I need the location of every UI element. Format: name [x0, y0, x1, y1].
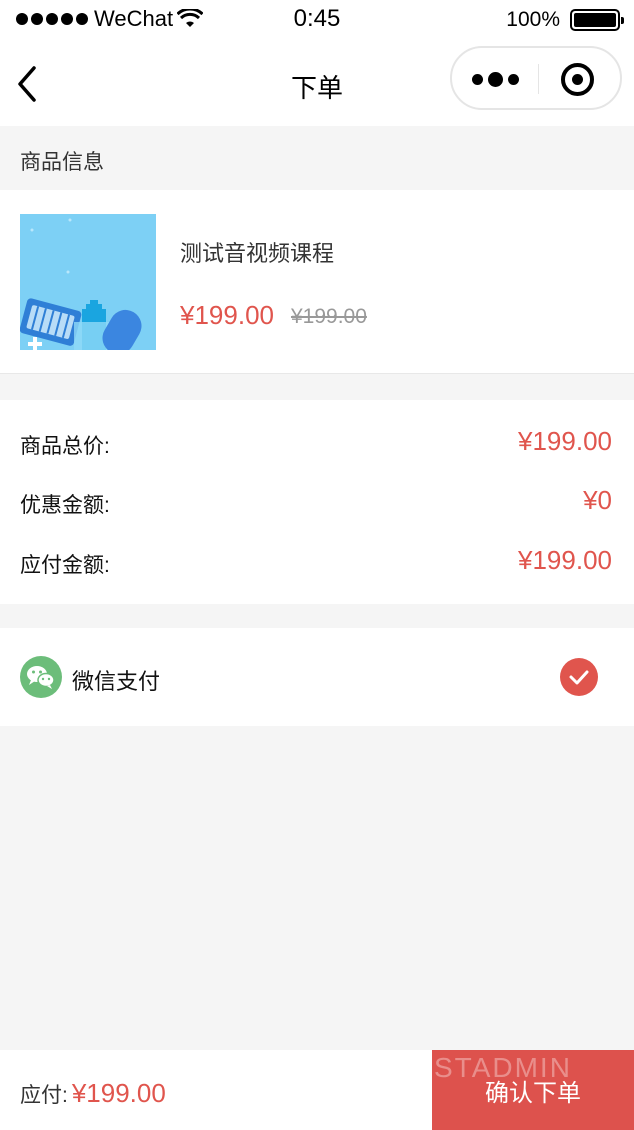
selected-check-icon[interactable] [560, 658, 598, 696]
pay-amount: ¥199.00 [71, 1078, 166, 1108]
product-price: ¥199.00 [180, 300, 274, 330]
product-info-header: 商品信息 [0, 126, 634, 190]
capsule-divider [538, 64, 539, 94]
wechat-pay-icon [20, 656, 62, 698]
product-illustration-icon [20, 214, 156, 350]
product-name: 测试音视频课程 [180, 241, 335, 266]
payable-value: ¥199.00 [518, 545, 612, 575]
discount-label: 优惠金额: [20, 494, 110, 517]
discount-value: ¥0 [583, 485, 612, 515]
product-thumbnail [20, 214, 156, 350]
payable-label: 应付金额: [20, 554, 110, 577]
product-original-price: ¥199.00 [291, 305, 367, 328]
total-row-payable: 应付金额: ¥199.00 [0, 541, 634, 581]
total-value: ¥199.00 [518, 426, 612, 456]
more-options-icon[interactable] [472, 65, 532, 93]
total-row-discount: 优惠金额: ¥0 [0, 481, 634, 521]
miniprogram-capsule [450, 46, 622, 110]
status-bar: WeChat 0:45 100% [0, 0, 634, 40]
battery-icon [570, 9, 624, 31]
section-heading: 商品信息 [20, 151, 104, 174]
battery-percent: 100% [506, 8, 560, 31]
order-totals: 商品总价: ¥199.00 优惠金额: ¥0 应付金额: ¥199.00 [0, 400, 634, 604]
payment-method-label: 微信支付 [72, 669, 161, 694]
bottom-bar: 应付: ¥199.00 确认下单 [0, 1050, 634, 1130]
product-card[interactable]: 测试音视频课程 ¥199.00 ¥199.00 [0, 190, 634, 374]
payment-method-row[interactable]: 微信支付 [0, 628, 634, 726]
confirm-order-button[interactable]: 确认下单 [432, 1050, 634, 1130]
close-miniprogram-icon[interactable] [561, 63, 594, 96]
total-row-goods: 商品总价: ¥199.00 [0, 422, 634, 462]
nav-bar: 下单 [0, 40, 634, 126]
status-right: 100% [506, 8, 624, 32]
pay-label: 应付: [20, 1084, 68, 1107]
total-label: 商品总价: [20, 435, 110, 458]
payable-summary: 应付: ¥199.00 [20, 1078, 166, 1109]
